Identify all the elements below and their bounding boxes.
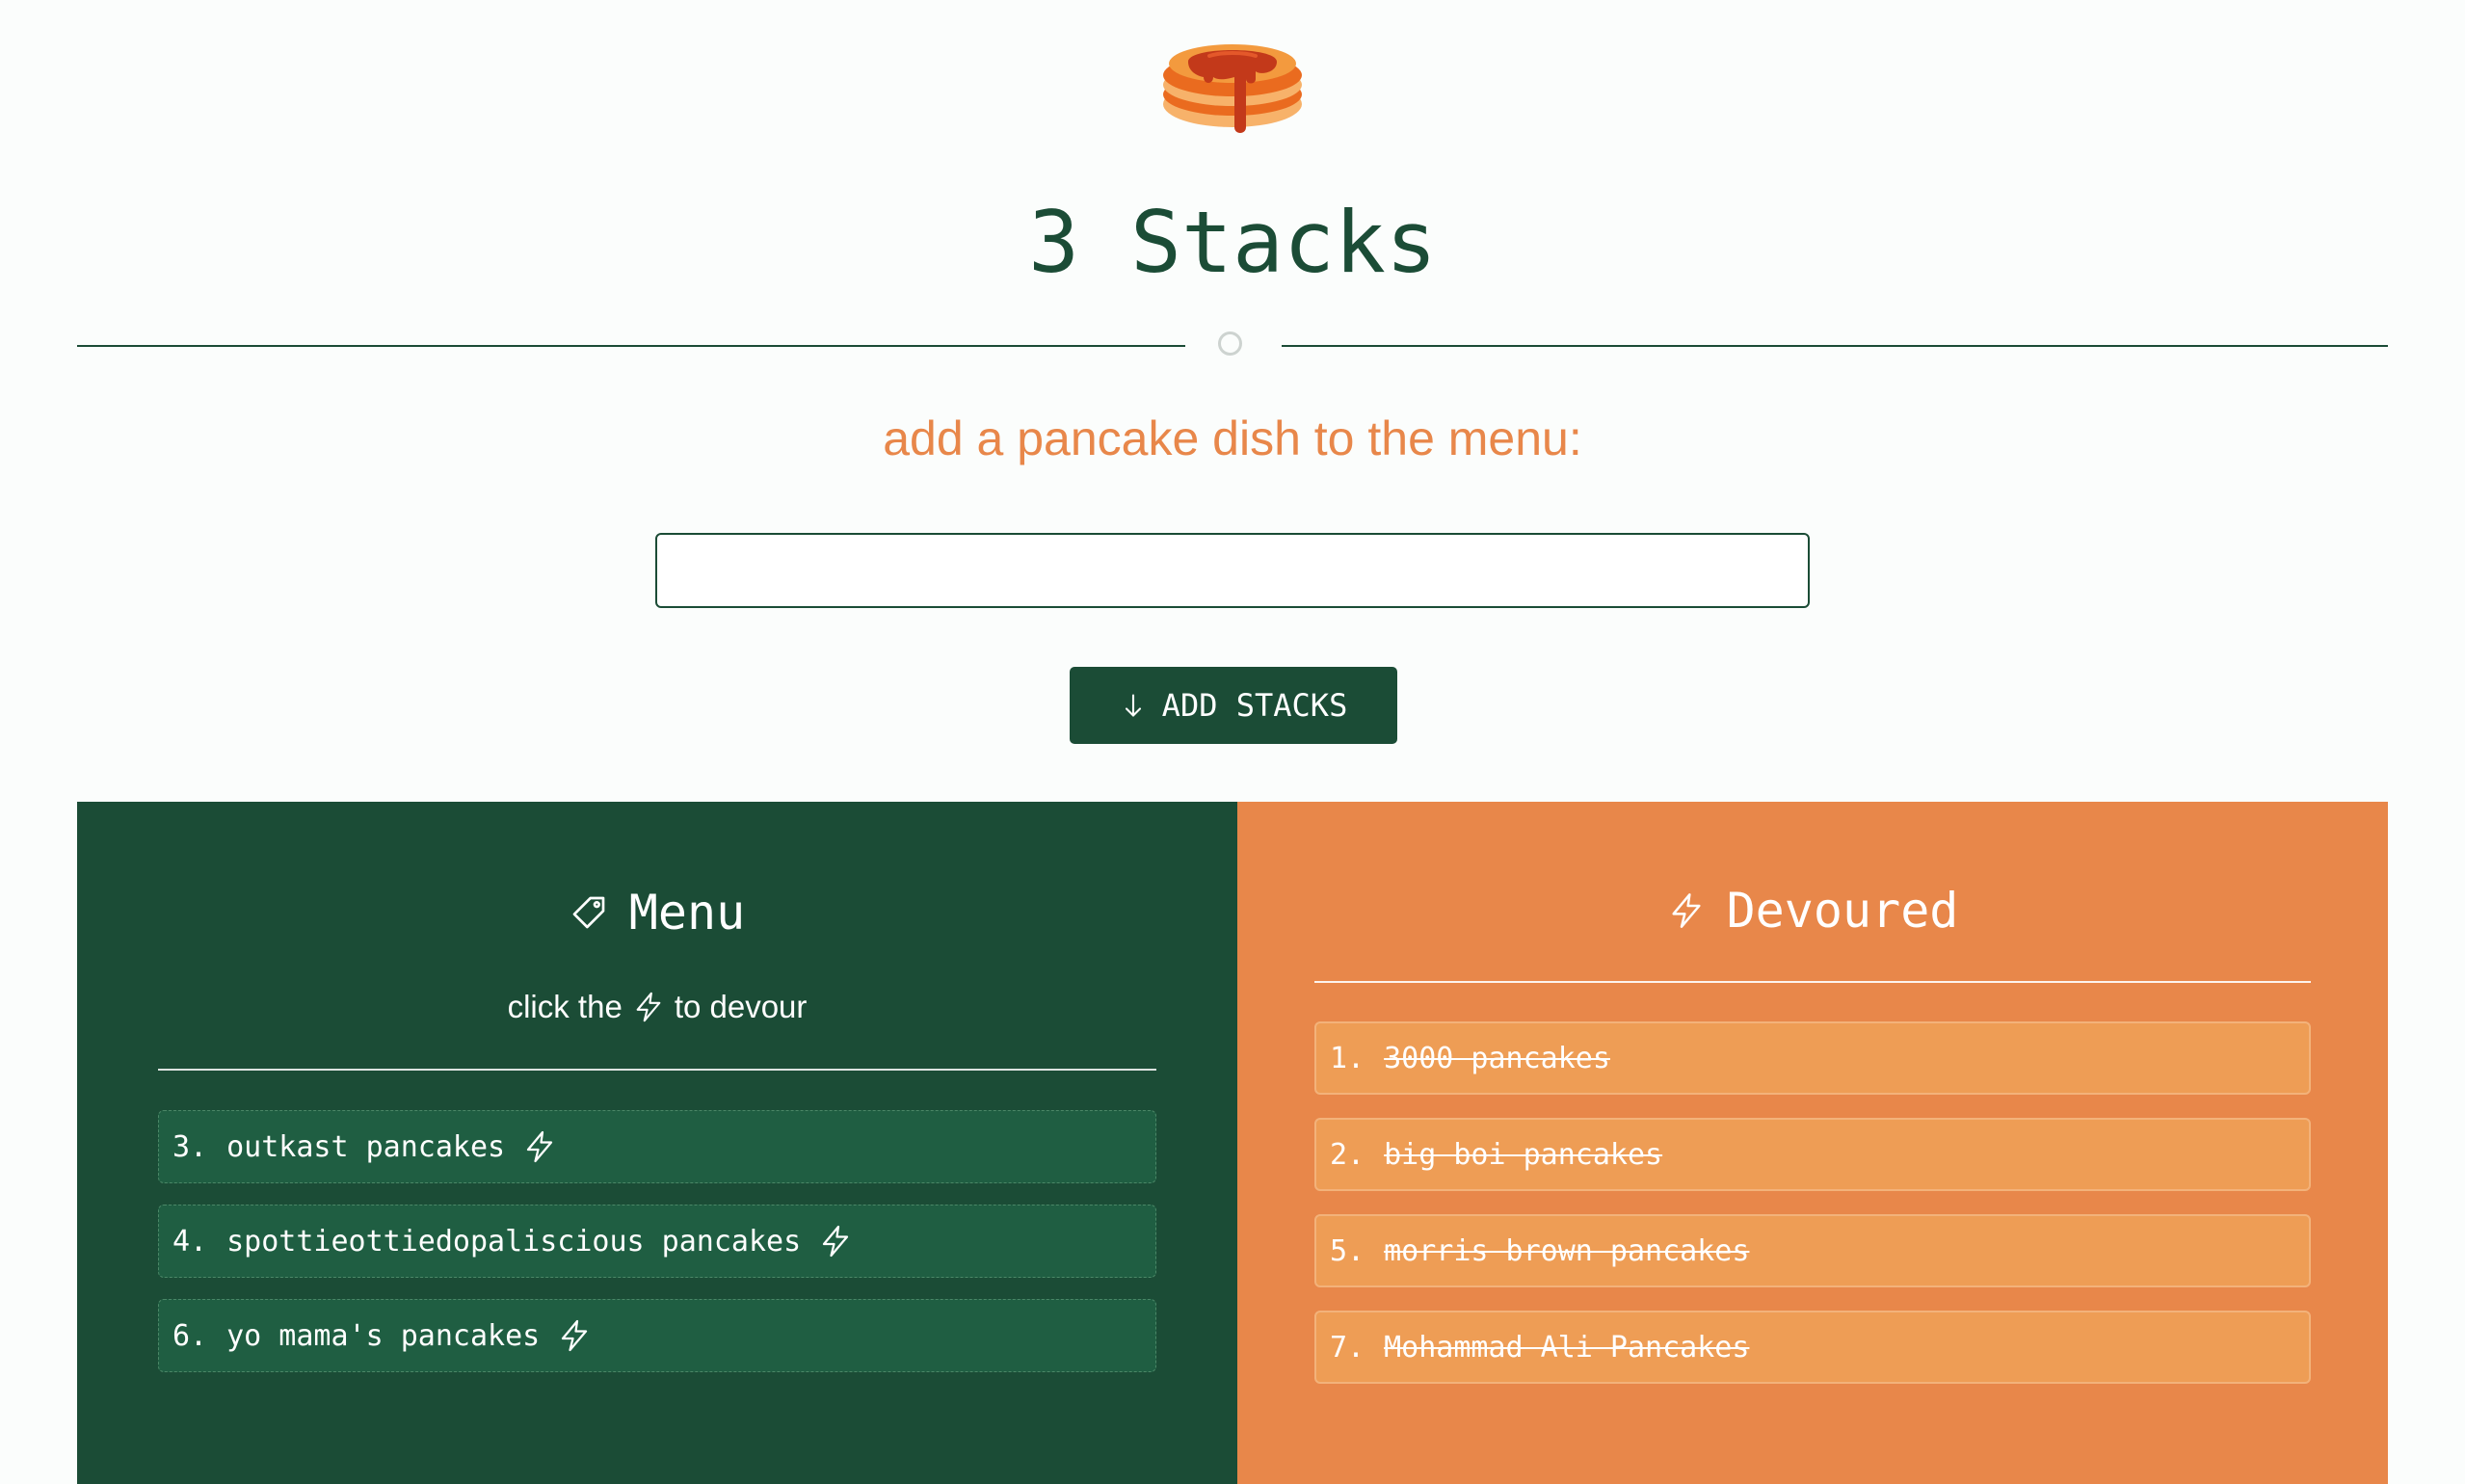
menu-item-name: yo mama's pancakes <box>226 1318 541 1353</box>
devour-button[interactable] <box>522 1129 557 1164</box>
devoured-list: 1. 3000 pancakes 2. big boi pancakes 5. … <box>1314 1021 2311 1407</box>
devoured-item-name: 3000 pancakes <box>1384 1041 1610 1075</box>
pancake-stack-icon <box>1163 44 1302 133</box>
devoured-item-number: 1. <box>1330 1041 1365 1075</box>
lightning-icon <box>636 992 661 1022</box>
lightning-icon <box>562 1319 588 1352</box>
arrow-down-icon <box>1125 694 1141 717</box>
devoured-item-number: 2. <box>1330 1137 1365 1172</box>
page-title: 3 Stacks <box>1028 193 1437 292</box>
add-stacks-label: ADD STACKS <box>1161 687 1348 724</box>
menu-list: 3. outkast pancakes 4. spottieottiedopal… <box>158 1110 1156 1393</box>
devour-button[interactable] <box>818 1224 853 1259</box>
devoured-item-number: 5. <box>1330 1233 1365 1268</box>
menu-item: 4. spottieottiedopaliscious pancakes <box>158 1205 1156 1278</box>
devour-hint: click the to devour <box>77 983 1237 1031</box>
dish-name-input[interactable] <box>655 533 1810 608</box>
menu-item-number: 4. <box>172 1224 208 1259</box>
lightning-icon <box>1671 893 1701 928</box>
divider-line-left <box>77 345 1185 347</box>
add-dish-prompt: add a pancake dish to the menu: <box>883 411 1582 465</box>
devoured-item-name: big boi pancakes <box>1384 1137 1663 1172</box>
menu-heading-label: Menu <box>628 885 746 941</box>
menu-item-name: spottieottiedopaliscious pancakes <box>226 1224 802 1259</box>
devour-button[interactable] <box>557 1318 592 1353</box>
menu-item-number: 6. <box>172 1318 208 1353</box>
devoured-item-name: morris brown pancakes <box>1384 1233 1750 1268</box>
menu-divider <box>158 1069 1156 1071</box>
devoured-item: 1. 3000 pancakes <box>1314 1021 2311 1095</box>
menu-heading: Menu <box>77 879 1237 946</box>
devoured-divider <box>1314 981 2311 983</box>
divider-line-right <box>1282 345 2388 347</box>
lightning-icon <box>526 1130 553 1163</box>
add-stacks-button[interactable]: ADD STACKS <box>1070 667 1397 744</box>
menu-item-number: 3. <box>172 1129 208 1164</box>
divider-circle-icon <box>1218 331 1242 356</box>
devour-hint-after: to devour <box>674 989 808 1024</box>
lightning-icon <box>823 1225 849 1258</box>
devour-hint-before: click the <box>507 989 623 1024</box>
devoured-heading-label: Devoured <box>1726 883 1959 939</box>
devoured-item-number: 7. <box>1330 1330 1365 1365</box>
menu-item-name: outkast pancakes <box>226 1129 506 1164</box>
devoured-item: 7. Mohammad Ali Pancakes <box>1314 1311 2311 1384</box>
menu-item: 6. yo mama's pancakes <box>158 1299 1156 1372</box>
tag-icon <box>572 896 605 929</box>
devoured-item-name: Mohammad Ali Pancakes <box>1384 1330 1750 1365</box>
devoured-item: 5. morris brown pancakes <box>1314 1214 2311 1287</box>
menu-item: 3. outkast pancakes <box>158 1110 1156 1183</box>
devoured-item: 2. big boi pancakes <box>1314 1118 2311 1191</box>
devoured-heading: Devoured <box>1237 877 2388 944</box>
